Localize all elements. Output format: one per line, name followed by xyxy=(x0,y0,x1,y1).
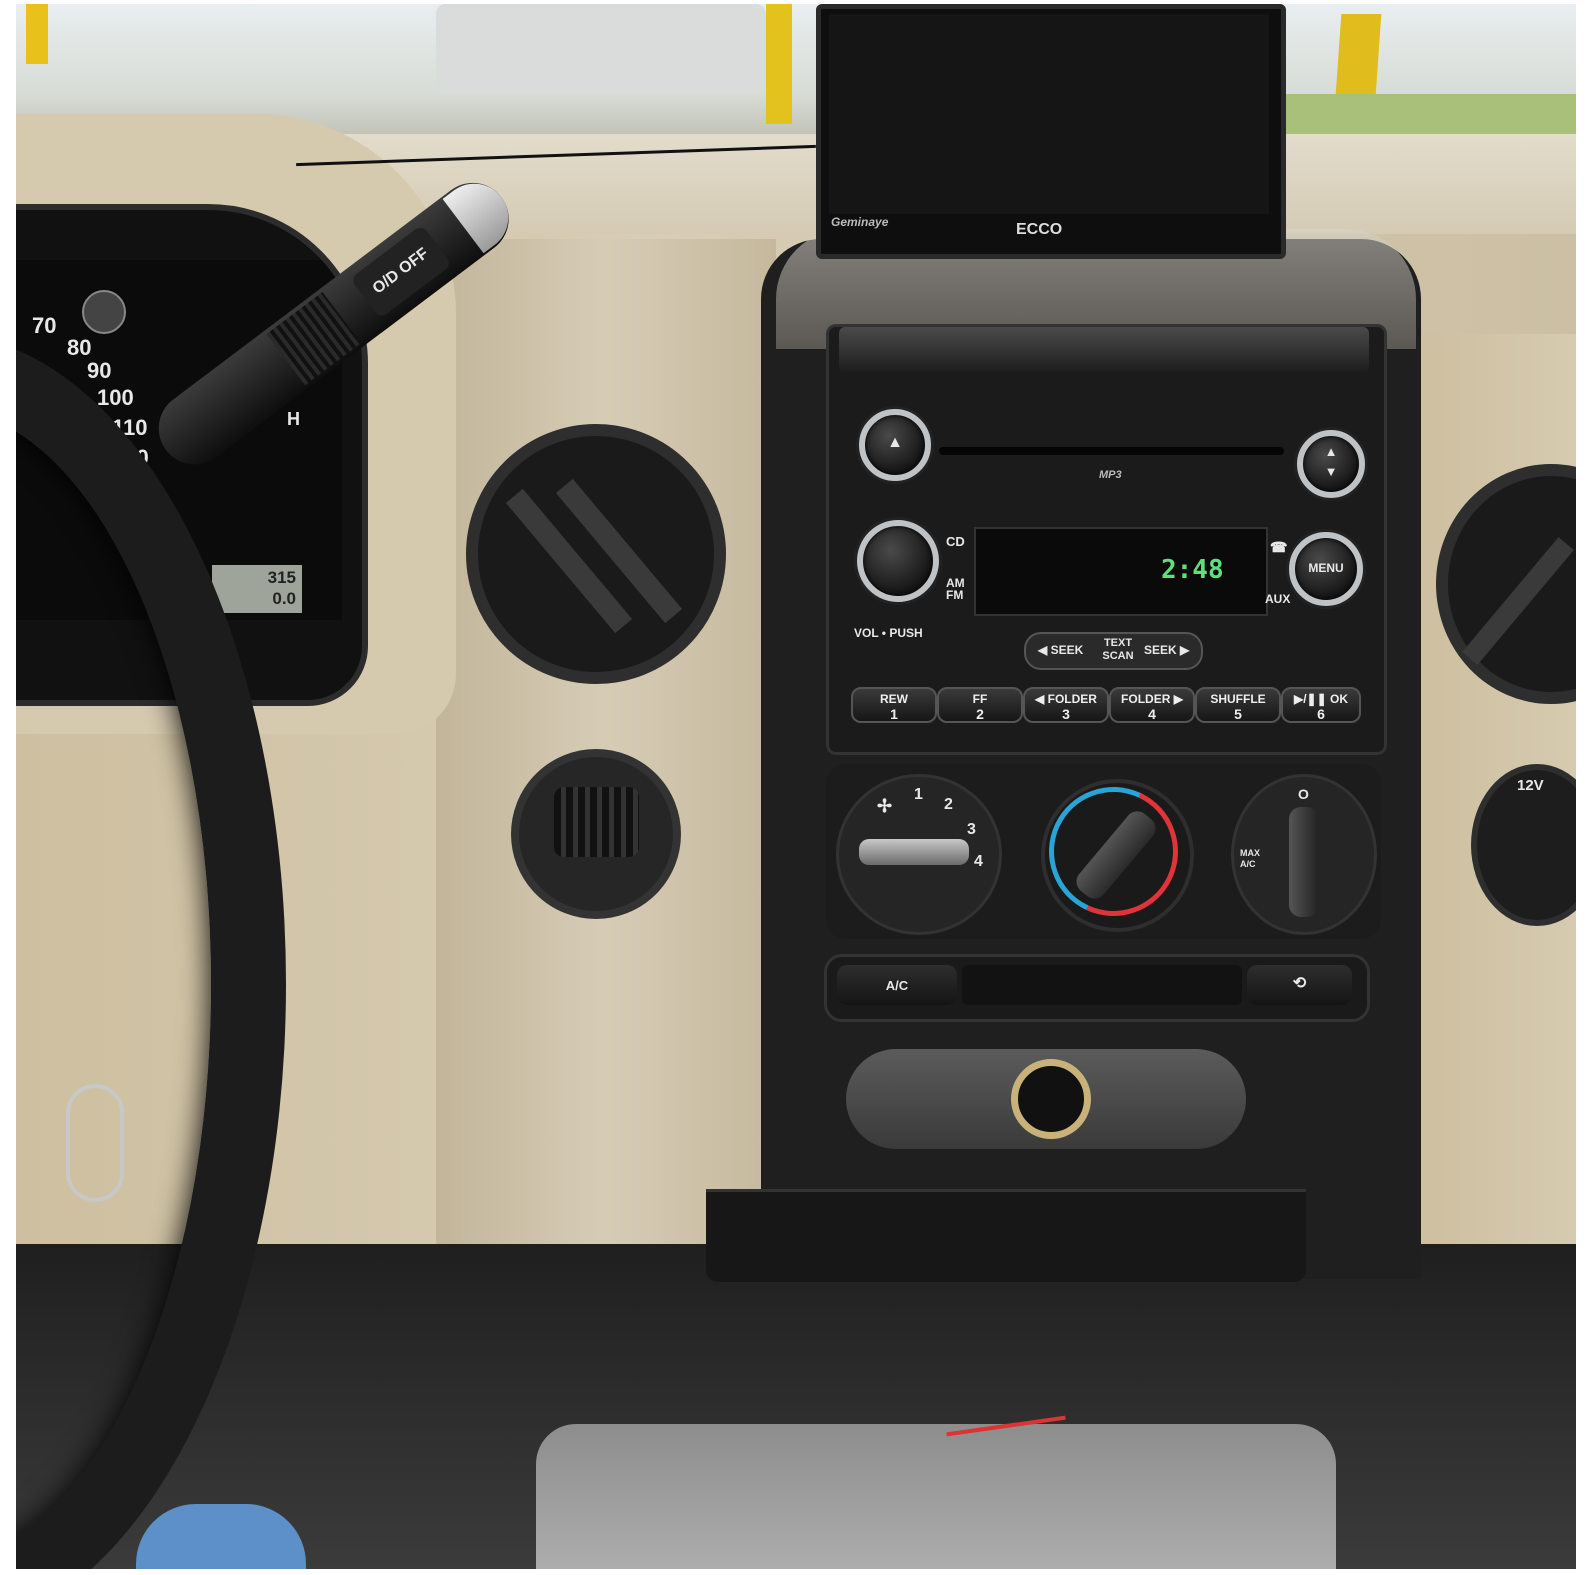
climate-panel: ✢ 1 2 3 4 O MAX A/C xyxy=(826,764,1381,939)
preset-number: 2 xyxy=(976,706,984,722)
odometer-line-1: 315 xyxy=(267,568,296,587)
phone-icon[interactable]: ☎ xyxy=(1270,540,1287,554)
mode-knob-pointer xyxy=(1289,807,1319,917)
speed-tick: 100 xyxy=(97,385,134,410)
preset-button-5[interactable]: SHUFFLE 5 xyxy=(1195,687,1281,723)
speed-tick: 90 xyxy=(87,358,112,383)
seek-up-button[interactable]: SEEK ▶ xyxy=(1144,644,1189,656)
eject-button[interactable]: ▲ xyxy=(859,409,931,481)
preset-label: ◀ FOLDER xyxy=(1035,692,1097,706)
radio-lcd: 2:48 xyxy=(974,527,1268,616)
mode-knob[interactable]: O MAX A/C xyxy=(1231,774,1377,935)
outlet-label: 12V xyxy=(1517,777,1544,794)
radio-unit: MP3 ▲ ▲ ▼ CD AM FM 2:48 ☎ AUX MENU VOL • … xyxy=(826,324,1387,755)
aux-button[interactable]: AUX xyxy=(1265,593,1290,605)
radio-clock-display: 2:48 xyxy=(1161,555,1224,585)
tune-rocker[interactable]: ▲ ▼ xyxy=(1297,430,1365,498)
menu-label: MENU xyxy=(1308,561,1344,575)
yellow-post-center xyxy=(766,4,792,124)
speedometer-needle-hub xyxy=(82,290,126,334)
volume-power-knob[interactable] xyxy=(857,520,939,602)
monitor-brand-left: Geminaye xyxy=(831,215,889,229)
preset-label: SHUFFLE xyxy=(1210,692,1266,706)
portable-monitor[interactable]: Geminaye ECCO xyxy=(816,4,1286,259)
fan-level: 2 xyxy=(944,796,953,813)
mp3-logo: MP3 xyxy=(1099,469,1122,481)
ac-button[interactable]: A/C xyxy=(837,965,957,1005)
fan-level: 3 xyxy=(967,821,976,838)
fan-icon: ✢ xyxy=(877,796,893,816)
fan-level: 4 xyxy=(974,853,983,870)
text-scan-button-line1[interactable]: TEXT xyxy=(1098,638,1138,649)
preset-button-4[interactable]: FOLDER ▶ 4 xyxy=(1109,687,1195,723)
seek-cluster: ◀ SEEK TEXT SCAN SEEK ▶ xyxy=(1024,632,1203,670)
recirculation-button[interactable]: ⟲ xyxy=(1247,965,1352,1005)
fan-knob-pointer xyxy=(859,839,969,865)
preset-label: REW xyxy=(880,692,908,706)
preset-label: FOLDER ▶ xyxy=(1121,692,1183,706)
preset-number: 1 xyxy=(890,706,898,722)
odometer-display: 315 0.0 xyxy=(212,565,302,613)
overdrive-off-label: O/D OFF xyxy=(369,244,432,298)
accessory-socket[interactable] xyxy=(1011,1059,1091,1139)
eject-icon: ▲ xyxy=(887,434,903,451)
vent-grille xyxy=(554,787,639,857)
seat xyxy=(536,1424,1336,1569)
left-air-vent[interactable] xyxy=(466,424,726,684)
radio-top-lip xyxy=(839,327,1369,372)
text-scan-button-line2[interactable]: SCAN xyxy=(1098,651,1138,662)
preset-number: 5 xyxy=(1234,706,1242,722)
yellow-post-left xyxy=(26,4,48,64)
vent-louver xyxy=(1462,537,1574,665)
blank-button xyxy=(962,965,1242,1005)
climate-button-bar: A/C ⟲ xyxy=(824,954,1370,1022)
max-ac-label-1: MAX xyxy=(1240,848,1260,858)
am-fm-button-fm[interactable]: FM xyxy=(946,589,963,601)
storage-tray[interactable] xyxy=(706,1189,1306,1282)
preset-button-1[interactable]: REW 1 xyxy=(851,687,937,723)
key-ring xyxy=(66,1084,124,1202)
fan-level: 1 xyxy=(914,786,923,803)
lower-air-vent[interactable] xyxy=(511,749,681,919)
speed-tick: 80 xyxy=(67,335,92,360)
temp-gauge-hot: H xyxy=(287,409,300,429)
speed-tick: 70 xyxy=(32,313,57,338)
cd-button[interactable]: CD xyxy=(946,535,965,548)
max-ac-label-2: A/C xyxy=(1240,859,1256,869)
fan-speed-knob[interactable]: ✢ 1 2 3 4 xyxy=(836,774,1002,935)
menu-knob[interactable]: MENU xyxy=(1289,532,1363,606)
preset-number: 6 xyxy=(1317,706,1325,722)
preset-label: ▶/❚❚ OK xyxy=(1293,692,1348,706)
odometer-line-2: 0.0 xyxy=(272,589,296,608)
tune-arrows-icon: ▲ ▼ xyxy=(1324,444,1338,479)
ac-label: A/C xyxy=(885,978,909,993)
monitor-screen xyxy=(829,14,1269,214)
temperature-knob[interactable] xyxy=(1030,768,1197,935)
preset-label: FF xyxy=(972,692,988,706)
grass-strip xyxy=(1266,94,1576,139)
preset-number: 3 xyxy=(1062,706,1070,722)
preset-number: 4 xyxy=(1148,706,1156,722)
mode-off-label: O xyxy=(1298,786,1309,802)
preset-button-6[interactable]: ▶/❚❚ OK 6 xyxy=(1281,687,1361,723)
monitor-brand-right: ECCO xyxy=(1016,221,1063,238)
accessory-plate xyxy=(846,1049,1246,1149)
preset-button-3[interactable]: ◀ FOLDER 3 xyxy=(1023,687,1109,723)
cd-slot[interactable] xyxy=(939,447,1284,455)
parked-truck xyxy=(436,4,766,94)
seek-down-button[interactable]: ◀ SEEK xyxy=(1038,644,1083,656)
preset-button-2[interactable]: FF 2 xyxy=(937,687,1023,723)
dashboard-photo: 70 80 90 100 110 120 C H 315 0.0 O/D OFF xyxy=(16,4,1576,1569)
recirculation-icon: ⟲ xyxy=(1292,975,1307,992)
vol-push-label: VOL • PUSH xyxy=(854,626,923,640)
